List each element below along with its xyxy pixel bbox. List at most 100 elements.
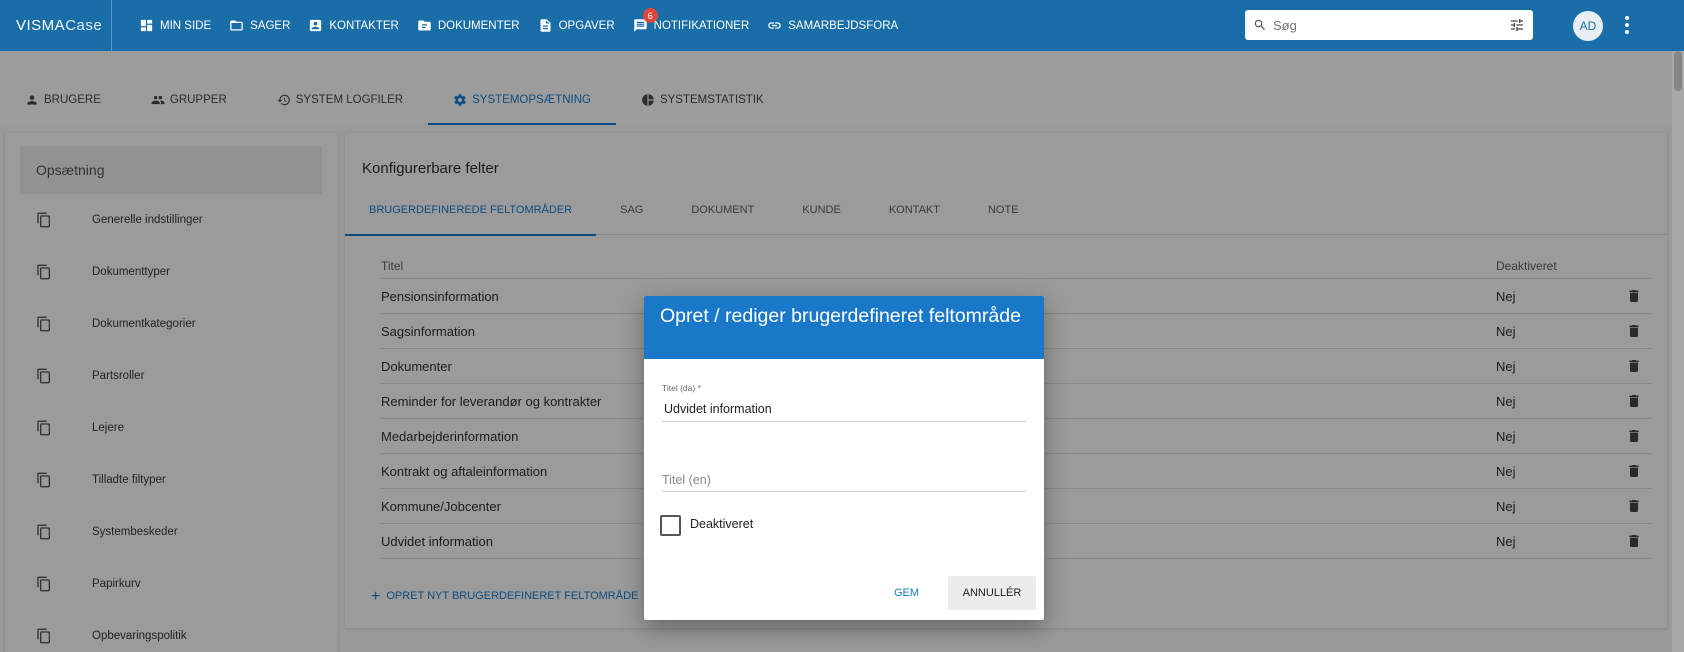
admin-tabs: BRUGERE GRUPPER SYSTEM LOGFILER SYSTEMOP…: [0, 51, 1672, 125]
sidebar-item-partsroller[interactable]: Partsroller: [5, 361, 338, 391]
contact-card-icon: [310, 19, 322, 32]
document-folder-icon: [418, 20, 431, 31]
row-disabled: Nej: [1496, 464, 1516, 479]
nav-label: MIN SIDE: [160, 19, 212, 32]
tab-label: SYSTEM LOGFILER: [295, 94, 404, 106]
nav-label: SAGER: [250, 19, 291, 32]
tab-label: SYSTEMOPSÆTNING: [472, 94, 591, 106]
nav-dokumenter[interactable]: DOKUMENTER: [417, 18, 520, 33]
column-header-deaktiveret[interactable]: Deaktiveret: [1496, 259, 1557, 273]
deaktiveret-checkbox[interactable]: [660, 515, 681, 536]
trash-icon[interactable]: [1626, 323, 1642, 339]
sidebar-item-tilladte-filtyper[interactable]: Tilladte filtyper: [5, 465, 338, 495]
tab-kontakt[interactable]: KONTAKT: [865, 185, 964, 235]
row-title: Sagsinformation: [381, 324, 475, 339]
search-box: [1245, 10, 1533, 40]
row-title: Pensionsinformation: [381, 289, 499, 304]
search-input[interactable]: [1273, 17, 1509, 33]
dashboard-icon: [140, 19, 153, 32]
scrollbar-thumb[interactable]: [1674, 51, 1682, 91]
tab-label: BRUGERE: [44, 94, 101, 106]
logo-text-visma: VISMA: [16, 17, 66, 34]
nav-label: NOTIFIKATIONER: [653, 19, 750, 32]
tab-sag[interactable]: SAG: [596, 185, 667, 235]
nav-opgaver[interactable]: OPGAVER: [538, 18, 615, 33]
sidebar-item-dokumenttyper[interactable]: Dokumenttyper: [5, 257, 338, 287]
trash-icon[interactable]: [1626, 428, 1642, 444]
copy-icon: [37, 628, 50, 644]
sidebar-item-opbevaringspolitik[interactable]: Opbevaringspolitik: [5, 621, 338, 651]
tab-systemstatistik[interactable]: SYSTEMSTATISTIK: [616, 75, 789, 125]
sidebar-item-dokumentkategorier[interactable]: Dokumentkategorier: [5, 309, 338, 339]
copy-icon: [37, 576, 50, 592]
trash-icon[interactable]: [1626, 498, 1642, 514]
gear-icon: [454, 94, 466, 106]
tab-brugere[interactable]: BRUGERE: [0, 75, 126, 125]
sidebar-item-label: Partsroller: [92, 370, 145, 382]
row-disabled: Nej: [1496, 394, 1516, 409]
nav-label: SAMARBEJDSFORA: [788, 19, 899, 32]
add-field-area-button[interactable]: + OPRET NYT BRUGERDEFINERET FELTOMRÅDE: [371, 587, 639, 605]
copy-icon: [37, 472, 50, 488]
column-header-titel[interactable]: Titel: [381, 259, 403, 273]
edit-field-area-dialog: Opret / rediger brugerdefineret feltområ…: [644, 296, 1044, 620]
title-da-input[interactable]: [662, 396, 1026, 422]
row-title: Udvidet information: [381, 534, 493, 549]
plus-icon: +: [371, 587, 381, 605]
trash-icon[interactable]: [1626, 393, 1642, 409]
sidebar-item-label: Tilladte filtyper: [92, 474, 166, 486]
more-menu-icon[interactable]: [1620, 13, 1634, 37]
trash-icon[interactable]: [1626, 358, 1642, 374]
tab-note[interactable]: NOTE: [964, 185, 1043, 235]
row-disabled: Nej: [1496, 429, 1516, 444]
tab-systemopsaetning[interactable]: SYSTEMOPSÆTNING: [428, 75, 616, 125]
page-title: Konfigurerbare felter: [362, 160, 499, 177]
tab-system-logfiler[interactable]: SYSTEM LOGFILER: [252, 75, 428, 125]
pie-chart-icon: [642, 94, 654, 106]
copy-icon: [37, 316, 50, 332]
nav-label: OPGAVER: [558, 19, 615, 32]
history-icon: [277, 94, 290, 106]
trash-icon[interactable]: [1626, 533, 1642, 549]
page-scrollbar[interactable]: [1672, 51, 1684, 652]
tab-label: SYSTEMSTATISTIK: [659, 94, 764, 106]
sidebar-item-papirkurv[interactable]: Papirkurv: [5, 569, 338, 599]
save-button[interactable]: GEM: [874, 576, 939, 610]
sidebar-item-label: Lejere: [92, 422, 124, 434]
row-disabled: Nej: [1496, 499, 1516, 514]
copy-icon: [37, 524, 50, 540]
nav-sager[interactable]: SAGER: [229, 18, 290, 33]
person-icon: [27, 95, 37, 105]
tab-kunde[interactable]: KUNDE: [778, 185, 865, 235]
nav-kontakter[interactable]: KONTAKTER: [308, 18, 399, 33]
nav-label: DOKUMENTER: [437, 19, 520, 32]
app-logo[interactable]: VISMA Case: [0, 0, 112, 51]
cancel-button[interactable]: ANNULLÉR: [948, 576, 1036, 610]
nav-label: KONTAKTER: [329, 19, 399, 32]
tab-dokument[interactable]: DOKUMENT: [667, 185, 778, 235]
nav-notifikationer[interactable]: 6 NOTIFIKATIONER: [633, 8, 750, 33]
sidebar-item-label: Opbevaringspolitik: [92, 630, 187, 642]
copy-icon: [37, 368, 50, 384]
user-avatar[interactable]: AD: [1573, 11, 1603, 41]
main-navigation: MIN SIDE SAGER KONTAKTER DOKUMENTER OPGA…: [139, 0, 916, 51]
trash-icon[interactable]: [1626, 288, 1642, 304]
title-en-input[interactable]: [662, 468, 1026, 492]
nav-min-side[interactable]: MIN SIDE: [139, 18, 211, 33]
add-field-area-label: OPRET NYT BRUGERDEFINERET FELTOMRÅDE: [386, 590, 639, 602]
nav-samarbejdsfora[interactable]: SAMARBEJDSFORA: [767, 18, 898, 33]
sidebar-item-label: Dokumentkategorier: [92, 318, 196, 330]
people-icon: [151, 95, 165, 105]
sidebar-item-generelle-indstillinger[interactable]: Generelle indstillinger: [5, 205, 338, 235]
tab-grupper[interactable]: GRUPPER: [126, 75, 252, 125]
sidebar-item-systembeskeder[interactable]: Systembeskeder: [5, 517, 338, 547]
logo-text-case: Case: [65, 17, 103, 34]
row-title: Reminder for leverandør og kontrakter: [381, 394, 602, 409]
row-title: Dokumenter: [381, 359, 452, 374]
filter-settings-icon[interactable]: [1509, 17, 1525, 33]
tab-brugerdefinerede-feltomraader[interactable]: BRUGERDEFINEREDE FELTOMRÅDER: [345, 185, 597, 236]
trash-icon[interactable]: [1626, 463, 1642, 479]
sidebar-item-lejere[interactable]: Lejere: [5, 413, 338, 443]
copy-icon: [37, 420, 50, 436]
row-title: Medarbejderinformation: [381, 429, 519, 444]
